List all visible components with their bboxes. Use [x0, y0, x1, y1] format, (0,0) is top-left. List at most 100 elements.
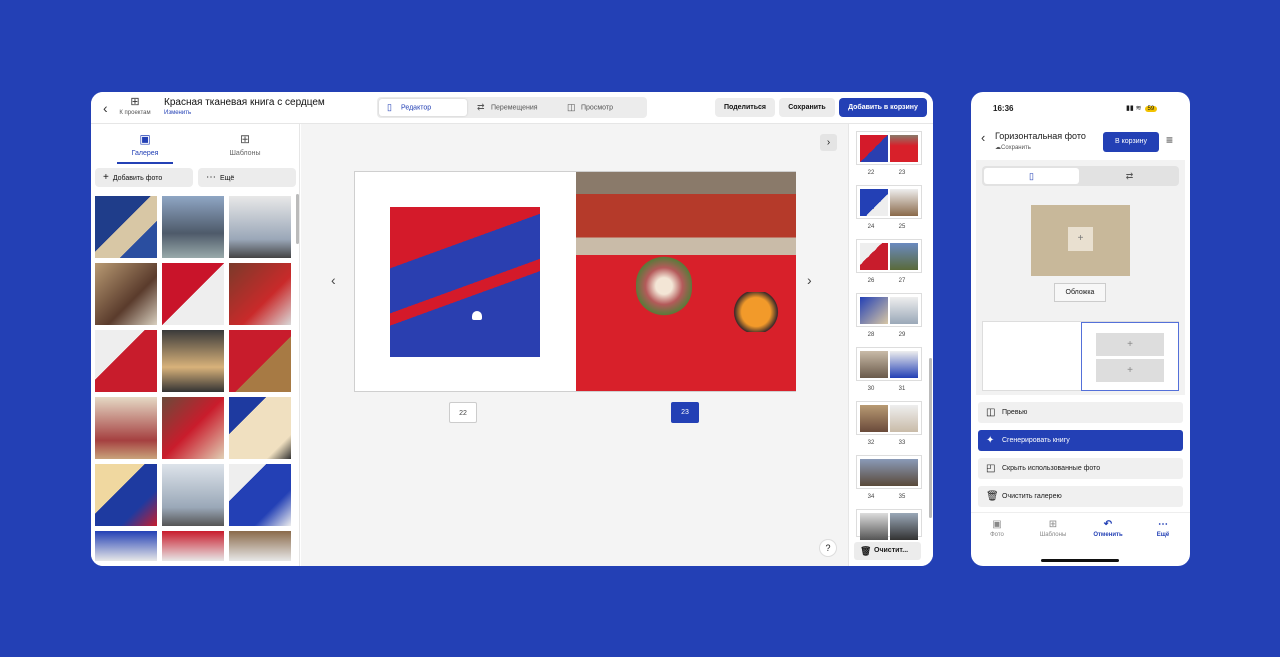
gallery-photo[interactable]: [162, 464, 224, 526]
help-button[interactable]: ?: [819, 539, 837, 557]
gallery-photo[interactable]: [162, 531, 224, 561]
tab-preview-label: Просмотр: [581, 104, 613, 112]
hide-used-button[interactable]: ◰ Скрыть использованные фото: [978, 458, 1183, 479]
cover-label[interactable]: Обложка: [1054, 283, 1106, 302]
mobile-cart-button[interactable]: В корзину: [1103, 132, 1159, 152]
thumb-right: [890, 243, 918, 270]
gallery-photo[interactable]: [229, 464, 291, 526]
tab-move-label: Перемещения: [491, 104, 538, 112]
prev-spread-icon[interactable]: ‹: [331, 272, 336, 288]
flower-vase: [636, 256, 692, 316]
hide-icon: ◰: [986, 463, 996, 474]
spread-thumbnail[interactable]: [856, 455, 922, 489]
back-arrow-icon[interactable]: ‹: [981, 130, 985, 145]
thumb-number: 28: [867, 332, 875, 338]
cover-preview[interactable]: +: [1031, 205, 1130, 276]
grid-icon: ⊞: [130, 96, 140, 108]
nav-templates[interactable]: ⊞ Шаблоны: [1033, 519, 1073, 538]
spread-thumbnail[interactable]: [856, 347, 922, 381]
spread-thumbnail[interactable]: [856, 239, 922, 273]
tab-gallery[interactable]: ▣ Галерея: [115, 132, 175, 157]
gallery-photo[interactable]: [95, 196, 157, 258]
mobile-canvas: ▯ ⇄ + Обложка + +: [976, 160, 1185, 395]
thumb-left: [860, 243, 888, 270]
thumb-left: [860, 297, 888, 324]
page-number-right[interactable]: 23: [671, 402, 699, 423]
gallery-photo[interactable]: [229, 330, 291, 392]
thumb-right: [890, 189, 918, 216]
share-button[interactable]: Поделиться: [715, 98, 775, 117]
thumb-left: [860, 351, 888, 378]
tab-preview[interactable]: ◫ Просмотр: [559, 99, 645, 116]
book-icon[interactable]: ▯: [984, 168, 1079, 184]
next-spread-icon[interactable]: ›: [807, 272, 812, 288]
tab-editor[interactable]: ▯ Редактор: [379, 99, 467, 116]
gallery-photo[interactable]: [162, 330, 224, 392]
page-number-left[interactable]: 22: [449, 402, 477, 423]
gallery-photo[interactable]: [229, 196, 291, 258]
more-button[interactable]: ⋯ Ещё: [198, 168, 296, 187]
back-arrow-icon[interactable]: ‹: [103, 101, 117, 115]
spread-thumbnail[interactable]: [856, 401, 922, 435]
gallery-photo[interactable]: [162, 196, 224, 258]
gallery-photo[interactable]: [162, 397, 224, 459]
gallery-photo[interactable]: [95, 397, 157, 459]
nav-photos[interactable]: ▣ Фото: [977, 519, 1017, 538]
spread-thumbnail[interactable]: [856, 131, 922, 165]
pages-scrollbar[interactable]: [929, 358, 932, 518]
add-photo-icon[interactable]: +: [1096, 333, 1164, 356]
spread-thumbnail[interactable]: [856, 185, 922, 219]
spread-thumbnail[interactable]: [856, 509, 922, 540]
edit-title-link[interactable]: Изменить: [164, 110, 191, 116]
gallery-scrollbar[interactable]: [296, 194, 299, 244]
tab-templates[interactable]: ⊞ Шаблоны: [215, 132, 275, 157]
tab-move[interactable]: ⇄ Перемещения: [469, 99, 557, 116]
spread-thumbnail[interactable]: [856, 293, 922, 327]
move-icon[interactable]: ⇄: [1082, 168, 1177, 184]
add-photo-icon[interactable]: +: [1096, 359, 1164, 382]
thumb-number: 35: [898, 494, 906, 500]
page-photo-books[interactable]: [390, 207, 540, 357]
mobile-save-link[interactable]: ☁Сохранить: [995, 144, 1031, 151]
gallery-photo[interactable]: [95, 464, 157, 526]
pages-panel: 22 23 24 25 26 27 28 29 30 31 32 33 34 3…: [848, 124, 933, 566]
gallery-photo[interactable]: [95, 330, 157, 392]
add-to-cart-button[interactable]: Добавить в корзину: [839, 98, 927, 117]
expand-chevron-icon[interactable]: ›: [820, 134, 837, 151]
heart-icon: [472, 311, 482, 320]
add-photo-button[interactable]: + Добавить фото: [95, 168, 193, 187]
clear-button[interactable]: 🗑 Очистит...: [854, 542, 921, 560]
gallery-photo[interactable]: [95, 531, 157, 561]
gallery-photo[interactable]: [229, 531, 291, 561]
mobile-right-page[interactable]: + +: [1081, 322, 1179, 391]
mobile-spread[interactable]: + +: [982, 321, 1179, 391]
gallery-photo[interactable]: [229, 397, 291, 459]
thumb-right: [890, 297, 918, 324]
nav-undo[interactable]: ↶ Отменить: [1088, 519, 1128, 538]
image-icon: ▣: [139, 132, 151, 146]
thumb-number: 27: [898, 278, 906, 284]
right-page[interactable]: [576, 172, 796, 391]
left-page[interactable]: [355, 172, 576, 391]
clear-gallery-button[interactable]: 🗑 Очистить галерею: [978, 486, 1183, 507]
gallery-photo[interactable]: [162, 263, 224, 325]
thumb-number: 26: [867, 278, 875, 284]
sparkle-icon: ✦: [986, 435, 995, 446]
fruit-basket: [726, 292, 786, 332]
mobile-title: Горизонтальная фото: [995, 131, 1086, 141]
clear-label: Очистит...: [874, 547, 909, 554]
preview-button[interactable]: ◫ Превью: [978, 402, 1183, 423]
add-photo-icon[interactable]: +: [1068, 227, 1093, 251]
more-icon: ⋯: [206, 172, 216, 183]
gallery-photo[interactable]: [95, 263, 157, 325]
projects-button[interactable]: ⊞ К проектам: [117, 96, 153, 117]
save-button[interactable]: Сохранить: [779, 98, 835, 117]
thumb-left: [860, 405, 888, 432]
tab-editor-label: Редактор: [401, 104, 432, 112]
gallery-photo[interactable]: [229, 263, 291, 325]
menu-icon[interactable]: ≡: [1166, 133, 1173, 147]
nav-more[interactable]: ⋯ Ещё: [1143, 519, 1183, 538]
page-photo-table[interactable]: [576, 172, 796, 391]
generate-book-button[interactable]: ✦ Сгенерировать книгу: [978, 430, 1183, 451]
generate-book-label: Сгенерировать книгу: [1002, 437, 1070, 444]
